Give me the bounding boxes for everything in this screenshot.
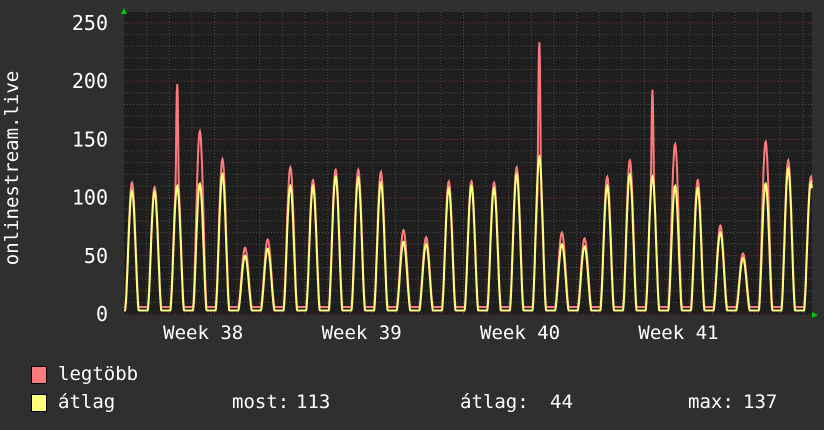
stat-now-value: 113 [296,391,331,413]
x-tick-label: Week 40 [480,322,560,344]
y-tick-label: 200 [72,69,108,93]
y-tick-label: 250 [72,11,108,35]
stat-avg-label: átlag: [460,391,529,413]
x-tick-label: Week 39 [322,322,402,344]
y-tick-label: 50 [84,244,108,268]
stat-avg-value: 44 [550,391,573,413]
y-axis-arrow-icon [121,8,127,14]
x-tick-label: Week 41 [638,322,718,344]
stat-max-value: 137 [743,391,778,413]
stat-now-label: most: [232,391,290,413]
y-axis-label: onlinestream.live [1,71,23,265]
y-tick-label: 0 [96,302,108,326]
legend-swatch-avg [31,394,47,412]
y-tick-label: 150 [72,127,108,151]
legend-label-max: legtöbb [58,363,139,385]
y-tick-label: 100 [72,186,108,210]
x-axis-arrow-icon [812,312,818,318]
x-tick-label: Week 38 [163,322,243,344]
stat-max-label: max: [688,391,734,413]
legend-label-avg: átlag [58,391,116,413]
legend-swatch-max [31,366,47,384]
